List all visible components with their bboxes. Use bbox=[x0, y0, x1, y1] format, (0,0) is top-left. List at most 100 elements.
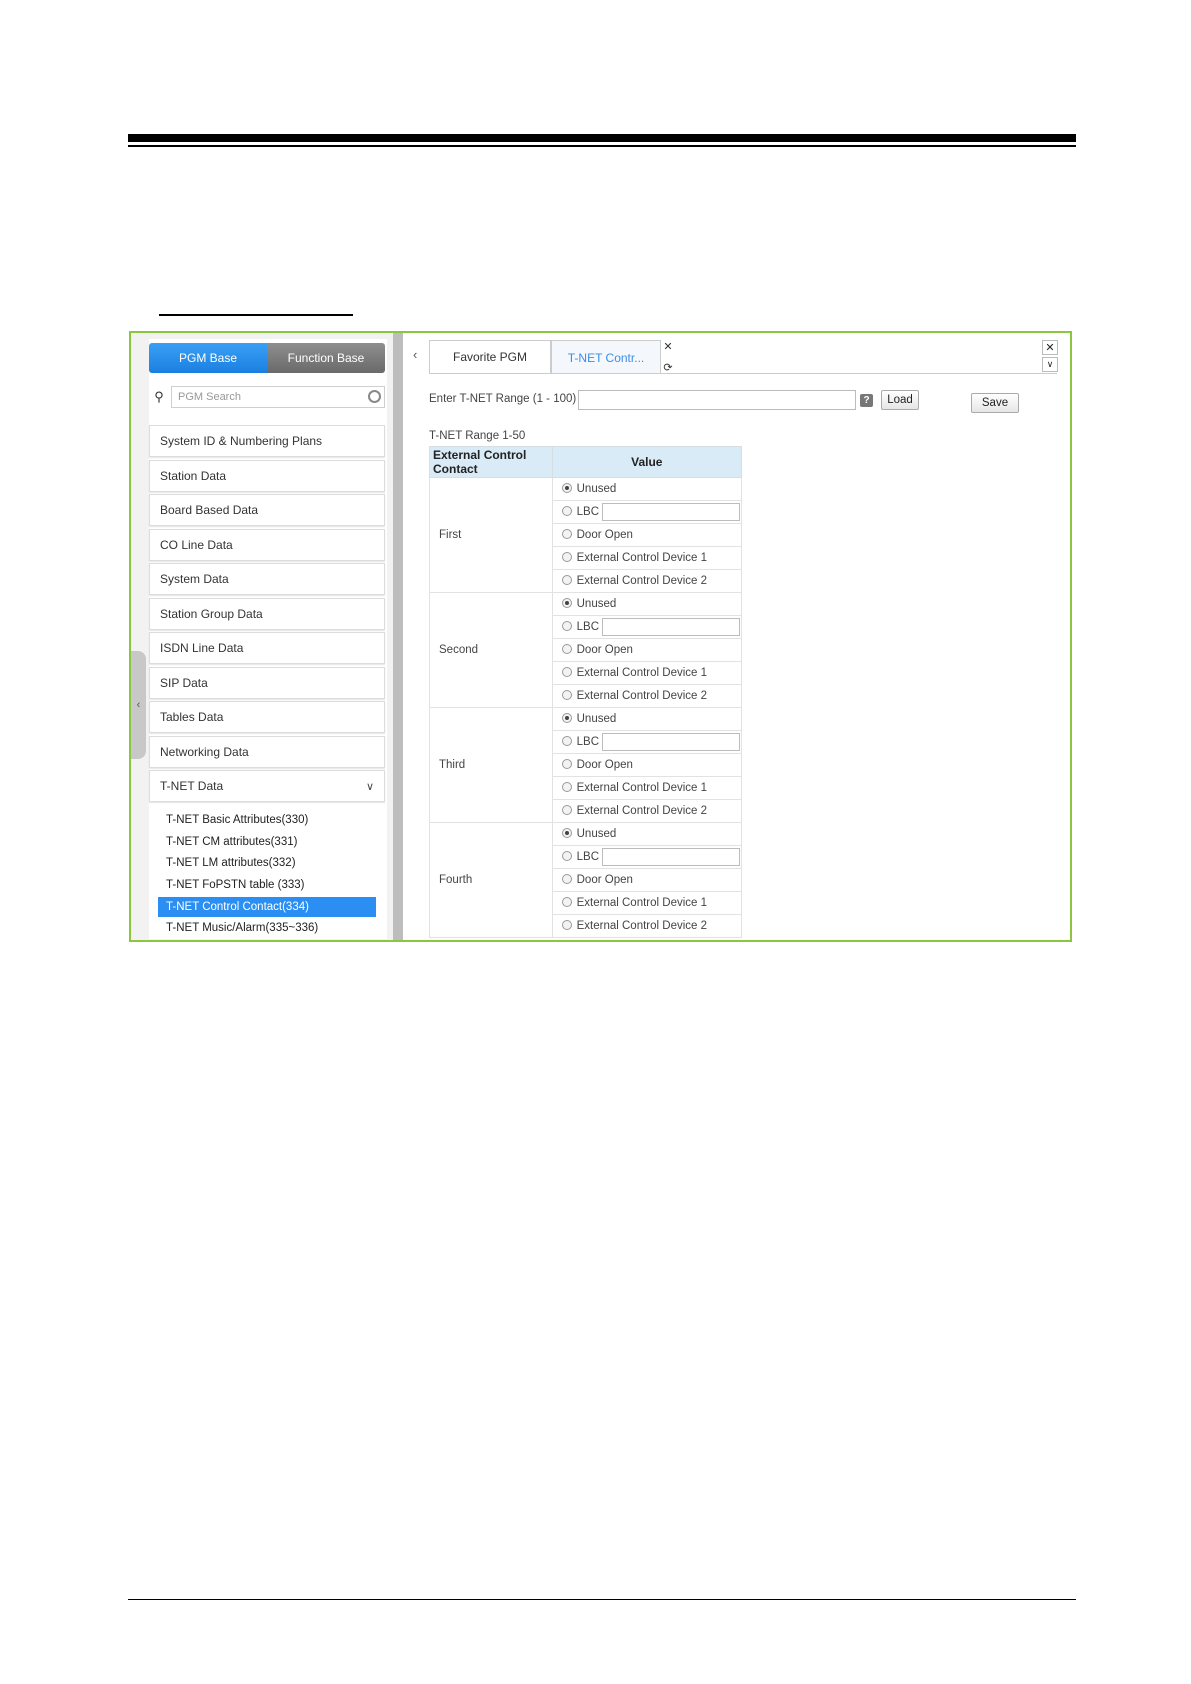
clear-icon[interactable] bbox=[368, 390, 381, 403]
search-icon: ⚲ bbox=[154, 389, 164, 404]
radio-unused[interactable] bbox=[561, 713, 572, 723]
pgm-menu: System ID & Numbering Plans Station Data B… bbox=[149, 425, 385, 940]
radio-external-control-device-2[interactable] bbox=[561, 920, 572, 930]
radio-lbc[interactable] bbox=[561, 851, 572, 862]
option-cell: LBC bbox=[551, 845, 743, 869]
lbc-input[interactable] bbox=[602, 733, 740, 751]
tab-bar-line bbox=[429, 373, 1057, 374]
range-label: Enter T-NET Range (1 - 100) : bbox=[429, 393, 583, 405]
collapse-panel-handle[interactable]: ‹ bbox=[131, 651, 146, 759]
option-label: Unused bbox=[576, 828, 617, 840]
submenu-item-t-net-fopstn-table-333[interactable]: T-NET FoPSTN table (333) bbox=[158, 875, 376, 895]
menu-item-label: T-NET Data bbox=[160, 779, 224, 793]
chevron-down-icon: ∨ bbox=[365, 780, 374, 793]
submenu-item-t-net-control-contact-334[interactable]: T-NET Control Contact(334) bbox=[158, 896, 376, 917]
menu-item-station-data[interactable]: Station Data bbox=[149, 459, 385, 492]
option-cell: External Control Device 1 bbox=[551, 546, 743, 570]
screenshot-frame: ‹ PGM Base Function Base ⚲ PGM Search Sy… bbox=[129, 331, 1072, 942]
menu-item-system-data[interactable]: System Data bbox=[149, 563, 385, 595]
option-cell: Unused bbox=[551, 592, 743, 616]
radio-unused[interactable] bbox=[561, 828, 572, 838]
option-cell: Door Open bbox=[551, 523, 743, 547]
option-cell: LBC bbox=[551, 615, 743, 639]
menu-item-tnet-data[interactable]: T-NET Data ∨ bbox=[149, 770, 385, 802]
radio-external-control-device-1[interactable] bbox=[561, 552, 572, 562]
row-label: Second bbox=[429, 592, 553, 708]
row-label: Third bbox=[429, 707, 553, 823]
menu-item-sip-data[interactable]: SIP Data bbox=[149, 666, 385, 699]
option-label: External Control Device 2 bbox=[576, 920, 708, 932]
menu-item-tables-data[interactable]: Tables Data bbox=[149, 701, 385, 733]
option-label: LBC bbox=[576, 621, 599, 634]
option-label: External Control Device 1 bbox=[576, 897, 708, 909]
search-row: ⚲ PGM Search bbox=[149, 386, 385, 408]
left-panel-content: PGM Base Function Base ⚲ PGM Search Syst… bbox=[149, 339, 387, 939]
radio-external-control-device-1[interactable] bbox=[561, 667, 572, 677]
option-label: Unused bbox=[576, 713, 617, 725]
radio-external-control-device-2[interactable] bbox=[561, 575, 572, 585]
radio-external-control-device-2[interactable] bbox=[561, 805, 572, 815]
tab-pgm-base[interactable]: PGM Base bbox=[149, 343, 267, 373]
range-input[interactable] bbox=[578, 390, 856, 410]
menu-item-system-id-numbering-plans[interactable]: System ID & Numbering Plans bbox=[149, 425, 385, 457]
radio-unused[interactable] bbox=[561, 598, 572, 608]
save-button[interactable]: Save bbox=[971, 393, 1019, 413]
option-cell: External Control Device 2 bbox=[551, 799, 743, 823]
menu-item-board-based-data[interactable]: Board Based Data bbox=[149, 494, 385, 526]
chevron-left-icon: ‹ bbox=[136, 699, 141, 711]
submenu-item-t-net-cm-attributes-331[interactable]: T-NET CM attributes(331) bbox=[158, 832, 376, 852]
radio-door-open[interactable] bbox=[561, 874, 572, 884]
table-row: First Unused bbox=[429, 477, 743, 593]
pgm-search-input[interactable]: PGM Search bbox=[171, 386, 385, 408]
radio-external-control-device-2[interactable] bbox=[561, 690, 572, 700]
menu-item-co-line-data[interactable]: CO Line Data bbox=[149, 528, 385, 561]
load-button[interactable]: Load bbox=[881, 390, 919, 410]
menu-item-station-group-data[interactable]: Station Group Data bbox=[149, 597, 385, 630]
table-row: Third Unused bbox=[429, 707, 743, 823]
radio-lbc[interactable] bbox=[561, 506, 572, 517]
radio-external-control-device-1[interactable] bbox=[561, 782, 572, 792]
right-panel: ‹ Favorite PGM T-NET Contr... ✕ ⟳ ✕ ∨ En… bbox=[403, 333, 1070, 940]
option-cell: External Control Device 1 bbox=[551, 891, 743, 915]
submenu-item-t-net-music-alarm-335-336[interactable]: T-NET Music/Alarm(335~336) bbox=[158, 918, 376, 938]
range-title: T-NET Range 1-50 bbox=[429, 430, 526, 442]
radio-lbc[interactable] bbox=[561, 621, 572, 632]
menu-item-isdn-line-data[interactable]: ISDN Line Data bbox=[149, 632, 385, 664]
lbc-input[interactable] bbox=[602, 618, 740, 636]
search-placeholder: PGM Search bbox=[178, 391, 241, 403]
option-cell: External Control Device 2 bbox=[551, 914, 743, 938]
chevron-down-icon[interactable]: ∨ bbox=[1042, 357, 1058, 372]
lbc-input[interactable] bbox=[602, 503, 740, 521]
radio-door-open[interactable] bbox=[561, 759, 572, 769]
tab-function-base[interactable]: Function Base bbox=[267, 343, 385, 373]
option-cell: Door Open bbox=[551, 753, 743, 777]
help-icon[interactable]: ? bbox=[860, 394, 873, 407]
option-label: Unused bbox=[576, 598, 617, 610]
radio-external-control-device-1[interactable] bbox=[561, 897, 572, 907]
tab-tools: ✕ ⟳ bbox=[661, 340, 675, 374]
left-panel: ‹ PGM Base Function Base ⚲ PGM Search Sy… bbox=[131, 333, 393, 940]
radio-door-open[interactable] bbox=[561, 529, 572, 539]
option-label: LBC bbox=[576, 736, 599, 749]
option-cell: Door Open bbox=[551, 638, 743, 662]
radio-unused[interactable] bbox=[561, 483, 572, 493]
option-label: External Control Device 1 bbox=[576, 782, 708, 794]
panel-divider[interactable] bbox=[393, 333, 403, 940]
option-cell: External Control Device 2 bbox=[551, 684, 743, 708]
option-label: LBC bbox=[576, 506, 599, 519]
submenu-item-t-net-basic-attributes-330[interactable]: T-NET Basic Attributes(330) bbox=[158, 810, 376, 830]
close-icon[interactable]: ✕ bbox=[1042, 340, 1058, 355]
radio-lbc[interactable] bbox=[561, 736, 572, 747]
option-label: External Control Device 2 bbox=[576, 575, 708, 587]
close-icon[interactable]: ✕ bbox=[663, 340, 672, 353]
table-row: Fourth Unused bbox=[429, 822, 743, 938]
lbc-input[interactable] bbox=[602, 848, 740, 866]
submenu-item-t-net-lm-attributes-332[interactable]: T-NET LM attributes(332) bbox=[158, 853, 376, 873]
radio-door-open[interactable] bbox=[561, 644, 572, 654]
tab-favorite-pgm[interactable]: Favorite PGM bbox=[429, 340, 551, 374]
option-label: LBC bbox=[576, 851, 599, 864]
header-rule-thin bbox=[128, 145, 1076, 147]
menu-item-networking-data[interactable]: Networking Data bbox=[149, 735, 385, 768]
chevron-left-icon[interactable]: ‹ bbox=[413, 347, 417, 362]
tab-tnet-control[interactable]: T-NET Contr... bbox=[551, 340, 661, 374]
